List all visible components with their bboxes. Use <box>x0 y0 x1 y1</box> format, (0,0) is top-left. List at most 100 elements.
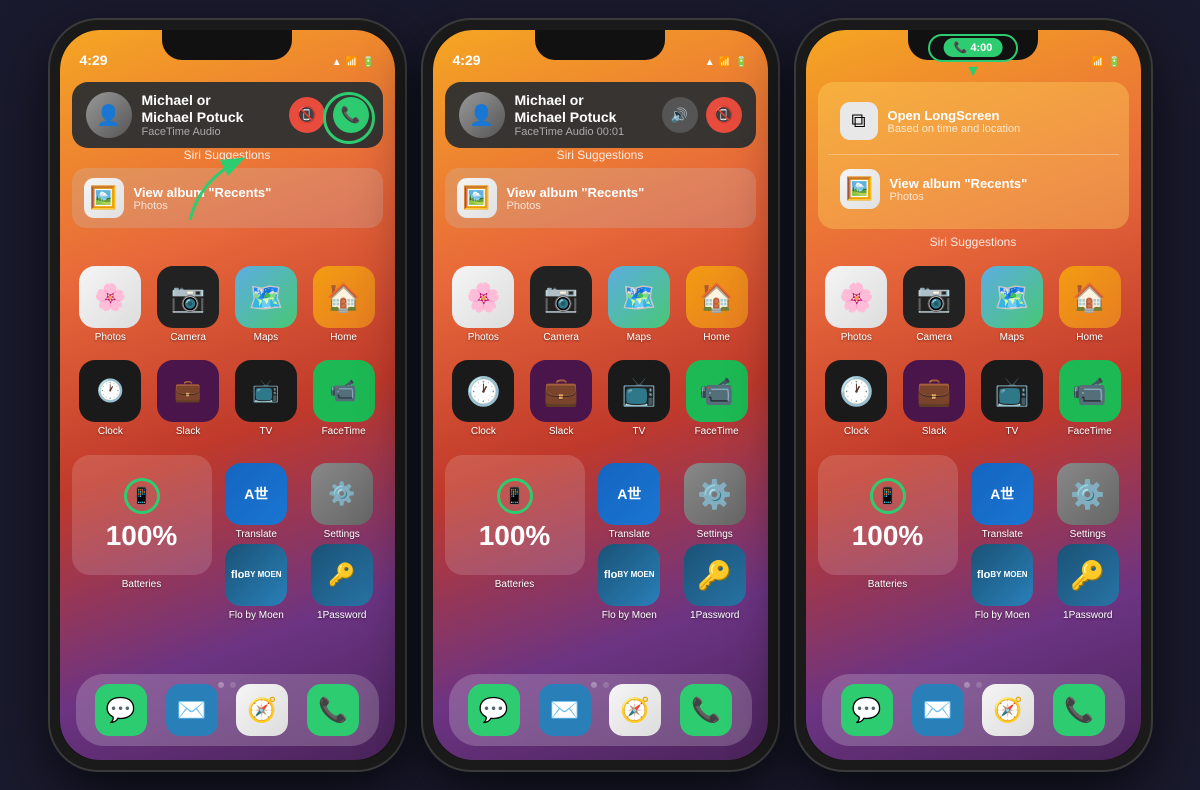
app-tv-2[interactable]: 📺 TV <box>600 360 678 437</box>
dock-phone-2[interactable]: 📞 <box>680 684 732 736</box>
app-home-2[interactable]: 🏠 Home <box>678 266 756 343</box>
app-maps-1[interactable]: 🗺️ Maps <box>227 266 305 343</box>
app-label-clock-1: Clock <box>98 426 123 437</box>
dock-mail-2[interactable]: ✉️ <box>539 684 591 736</box>
app-maps-3[interactable]: 🗺️ Maps <box>973 266 1051 343</box>
app-flo-2[interactable]: floBY MOEN Flo by Moen <box>589 544 671 621</box>
app-label-1password-1: 1Password <box>317 610 366 621</box>
call-avatar-2: 👤 <box>459 92 505 138</box>
app-home-3[interactable]: 🏠 Home <box>1051 266 1129 343</box>
app-tv-1[interactable]: 📺 TV <box>227 360 305 437</box>
app-camera-3[interactable]: 📷 Camera <box>895 266 973 343</box>
call-info-2: Michael orMichael Potuck FaceTime Audio … <box>515 92 652 138</box>
app-label-translate-1: Translate <box>236 529 277 540</box>
mute-button-2[interactable]: 🔊 <box>662 97 698 133</box>
app-1password-1[interactable]: 🔑 1Password <box>301 544 383 621</box>
app-camera-2[interactable]: 📷 Camera <box>522 266 600 343</box>
app-clock-3[interactable]: 🕐 Clock <box>818 360 896 437</box>
app-slack-2[interactable]: 💼 Slack <box>522 360 600 437</box>
app-clock-1[interactable]: 🕐 Clock <box>72 360 150 437</box>
call-actions-2: 🔊 📵 <box>662 97 742 133</box>
wifi-icon-2: 📶 <box>719 57 731 68</box>
dock-safari-2[interactable]: 🧭 <box>609 684 661 736</box>
app-translate-3[interactable]: A世 Translate <box>962 463 1044 540</box>
longscreen-text-3: Open LongScreen Based on time and locati… <box>888 108 1021 135</box>
dock-phone-1[interactable]: 📞 <box>307 684 359 736</box>
arrow-indicator-1 <box>180 150 260 230</box>
dock-messages-1[interactable]: 💬 <box>95 684 147 736</box>
suggestion-longscreen-3[interactable]: ⧉ Open LongScreen Based on time and loca… <box>828 92 1119 150</box>
app-flo-3[interactable]: floBY MOEN Flo by Moen <box>962 544 1044 621</box>
accept-highlight-ring-1 <box>323 92 375 144</box>
app-grid-row2-2: 🕐 Clock 💼 Slack 📺 TV 📹 FaceTime <box>445 360 756 437</box>
app-grid-row2-1: 🕐 Clock 💼 Slack 📺 TV 📹 FaceTime <box>72 360 383 437</box>
suggestion-icon-2: 🖼️ <box>457 178 497 218</box>
app-label-batteries-1: Batteries <box>122 579 161 590</box>
suggestion-card-2[interactable]: 🖼️ View album "Recents" Photos <box>445 168 756 228</box>
app-settings-2[interactable]: ⚙️ Settings <box>674 463 756 540</box>
caller-name-1: Michael orMichael Potuck <box>142 92 279 126</box>
suggestion-photos-3[interactable]: 🖼️ View album "Recents" Photos <box>828 159 1119 219</box>
app-label-camera-1: Camera <box>170 332 206 343</box>
call-type-2: FaceTime Audio 00:01 <box>515 126 652 138</box>
app-translate-2[interactable]: A世 Translate <box>589 463 671 540</box>
status-icons-3: 📶 🔋 <box>1092 57 1121 68</box>
wifi-icon: 📶 <box>346 57 358 68</box>
app-tv-3[interactable]: 📺 TV <box>973 360 1051 437</box>
app-label-flo-1: Flo by Moen <box>229 610 284 621</box>
call-avatar-1: 👤 <box>86 92 132 138</box>
app-translate-1[interactable]: A世 Translate <box>216 463 298 540</box>
status-time-2: 4:29 <box>453 52 481 68</box>
app-facetime-3[interactable]: 📹 FaceTime <box>1051 360 1129 437</box>
wifi-icon-3: 📶 <box>1092 57 1104 68</box>
battery-icon: 🔋 <box>362 57 374 68</box>
longscreen-title-3: Open LongScreen <box>888 108 1021 123</box>
decline-button-2[interactable]: 📵 <box>706 97 742 133</box>
dock-phone-3[interactable]: 📞 <box>1053 684 1105 736</box>
app-label-tv-1: TV <box>259 426 272 437</box>
app-flo-1[interactable]: floBY MOEN Flo by Moen <box>216 544 298 621</box>
dock-messages-3[interactable]: 💬 <box>841 684 893 736</box>
notch-1 <box>162 30 292 60</box>
decline-button-1[interactable]: 📵 <box>289 97 325 133</box>
app-slack-1[interactable]: 💼 Slack <box>149 360 227 437</box>
app-settings-1[interactable]: ⚙️ Settings <box>301 463 383 540</box>
dock-safari-3[interactable]: 🧭 <box>982 684 1034 736</box>
call-info-1: Michael orMichael Potuck FaceTime Audio <box>142 92 279 138</box>
battery-icon-2: 🔋 <box>735 57 747 68</box>
app-1password-3[interactable]: 🔑 1Password <box>1047 544 1129 621</box>
dock-mail-3[interactable]: ✉️ <box>912 684 964 736</box>
suggestion-sub-2: Photos <box>507 200 645 212</box>
app-clock-2[interactable]: 🕐 Clock <box>445 360 523 437</box>
app-facetime-2[interactable]: 📹 FaceTime <box>678 360 756 437</box>
dock-3: 💬 ✉️ 🧭 📞 <box>822 674 1125 746</box>
app-photos-3[interactable]: 🌸 Photos <box>818 266 896 343</box>
app-photos-2[interactable]: 🌸 Photos <box>445 266 523 343</box>
arrow-down-3: ▼ <box>965 63 981 81</box>
signal-icon-2: ▲ <box>705 57 715 68</box>
call-banner-2: 👤 Michael orMichael Potuck FaceTime Audi… <box>445 82 756 148</box>
phone-2: 4:29 ▲ 📶 🔋 👤 Michael orMichael Potuck Fa… <box>423 20 778 770</box>
app-grid-2: 🌸 Photos 📷 Camera 🗺️ Maps 🏠 Home <box>445 266 756 343</box>
phone-1: 4:29 ▲ 📶 🔋 👤 Michael orMichael Potuck Fa… <box>50 20 405 770</box>
dock-mail-1[interactable]: ✉️ <box>166 684 218 736</box>
app-maps-2[interactable]: 🗺️ Maps <box>600 266 678 343</box>
signal-icon: ▲ <box>332 57 342 68</box>
battery-icon-3: 🔋 <box>1108 57 1120 68</box>
app-label-photos-1: Photos <box>95 332 126 343</box>
app-1password-2[interactable]: 🔑 1Password <box>674 544 756 621</box>
call-status-pill-3: 📞 4:00 <box>944 38 1003 57</box>
suggestion-text-2: View album "Recents" Photos <box>507 185 645 212</box>
siri-label-2: Siri Suggestions <box>445 148 756 162</box>
dock-safari-1[interactable]: 🧭 <box>236 684 288 736</box>
app-photos-1[interactable]: 🌸 Photos <box>72 266 150 343</box>
longscreen-icon-3: ⧉ <box>840 102 878 140</box>
dock-messages-2[interactable]: 💬 <box>468 684 520 736</box>
app-settings-3[interactable]: ⚙️ Settings <box>1047 463 1129 540</box>
app-home-1[interactable]: 🏠 Home <box>305 266 383 343</box>
call-type-1: FaceTime Audio <box>142 126 279 138</box>
app-camera-1[interactable]: 📷 Camera <box>149 266 227 343</box>
app-facetime-1[interactable]: 📹 FaceTime <box>305 360 383 437</box>
phone-3: 📶 🔋 📞 4:00 ▼ ⧉ <box>796 20 1151 770</box>
app-slack-3[interactable]: 💼 Slack <box>895 360 973 437</box>
